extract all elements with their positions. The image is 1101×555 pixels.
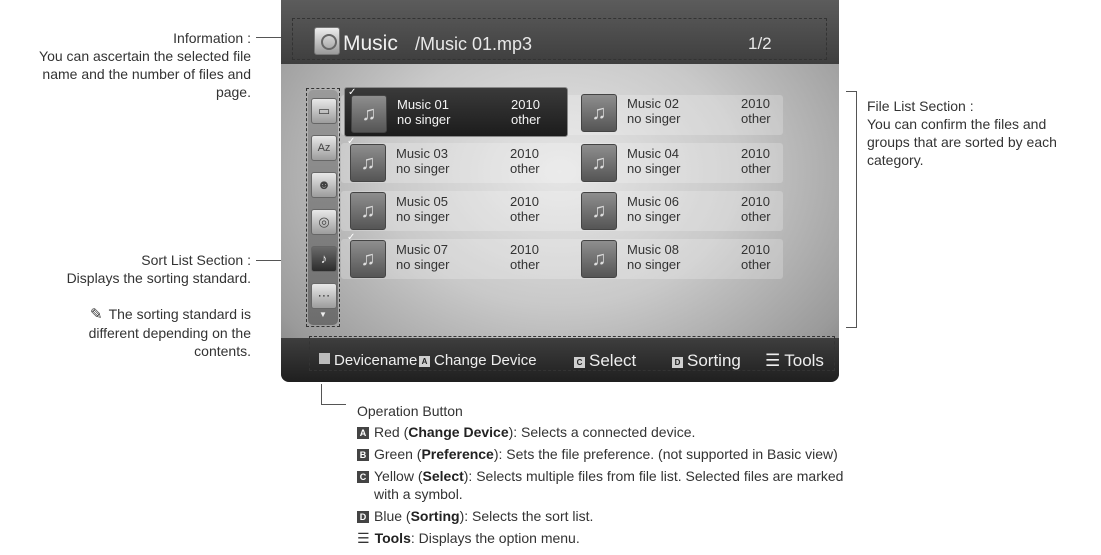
file-year: 2010 (741, 194, 770, 209)
file-name: Music 01 (397, 97, 450, 112)
file-item[interactable]: ♫ Music 02 no singer 2010 other (575, 87, 797, 135)
file-genre: other (510, 257, 540, 272)
file-year: 2010 (741, 96, 770, 111)
note-callout-line-1: ✎ The sorting standard is (90, 306, 251, 323)
music-note-icon: ♫ (350, 192, 386, 230)
file-item[interactable]: ♫ ✓ Music 03 no singer 2010 other (344, 136, 566, 185)
file-genre: other (741, 209, 771, 224)
operation-tools: ☰ Tools: Displays the option menu. (357, 530, 580, 546)
sort-list-callout-title: Sort List Section : (141, 252, 251, 268)
information-callout-line: name and the number of files and (42, 66, 251, 82)
file-genre: other (510, 161, 540, 176)
file-genre: other (510, 209, 540, 224)
file-year: 2010 (510, 242, 539, 257)
music-note-icon: ♫ (350, 240, 386, 278)
information-callout: Information : You can ascertain the sele… (0, 29, 251, 101)
operation-yellow: C Yellow (Select): Selects multiple files… (357, 467, 843, 485)
file-name: Music 03 (396, 146, 449, 161)
music-note-icon: ♫ (351, 95, 387, 133)
file-list-callout-line: You can confirm the files and (867, 116, 1047, 132)
check-mark-icon: ✓ (347, 136, 356, 147)
file-name: Music 07 (396, 242, 449, 257)
file-singer: no singer (396, 161, 450, 176)
file-list-callout-line: groups that are sorted by each (867, 134, 1057, 150)
a-key-icon: A (357, 427, 369, 439)
file-genre: other (511, 112, 541, 127)
file-list-callout-title: File List Section : (867, 98, 974, 114)
music-note-icon: ♫ (581, 192, 617, 230)
operation-yellow-continued: with a symbol. (374, 486, 463, 502)
file-year: 2010 (510, 194, 539, 209)
file-name: Music 05 (396, 194, 449, 209)
file-year: 2010 (510, 146, 539, 161)
tools-icon: ☰ (357, 530, 370, 546)
file-item[interactable]: ♫ Music 08 no singer 2010 other (575, 233, 797, 281)
note-callout: ✎ The sorting standard is different depen… (0, 305, 251, 360)
operation-red: A Red (Change Device): Selects a connecte… (357, 423, 695, 441)
file-list-bracket-vertical (856, 91, 857, 328)
note-callout-line: different depending on the (88, 325, 251, 341)
file-list-callout-line: category. (867, 152, 924, 168)
sort-list-highlight-box (306, 88, 340, 327)
information-callout-line: page. (215, 84, 251, 100)
file-year: 2010 (511, 97, 540, 112)
file-singer: no singer (627, 209, 681, 224)
file-item[interactable]: ♫ Music 05 no singer 2010 other (344, 185, 566, 233)
information-highlight-box (292, 18, 827, 60)
music-note-icon: ♫ (581, 240, 617, 278)
operation-green: B Green (Preference): Sets the file prefe… (357, 445, 838, 463)
information-leader-line (256, 37, 282, 38)
file-list-callout: File List Section : You can confirm the … (867, 97, 1097, 169)
file-singer: no singer (396, 209, 450, 224)
file-item[interactable]: ♫ Music 06 no singer 2010 other (575, 185, 797, 233)
information-callout-line: You can ascertain the selected file (39, 48, 251, 64)
sort-list-callout-line: Displays the sorting standard. (66, 270, 251, 286)
file-list-bracket-top (846, 91, 856, 92)
d-key-icon: D (357, 511, 369, 523)
file-singer: no singer (396, 257, 450, 272)
file-name: Music 06 (627, 194, 680, 209)
file-singer: no singer (397, 112, 451, 127)
file-name: Music 02 (627, 96, 680, 111)
file-name: Music 08 (627, 242, 680, 257)
file-singer: no singer (627, 257, 681, 272)
check-mark-icon: ✓ (348, 87, 357, 98)
b-key-icon: B (357, 449, 369, 461)
file-list-bracket-bottom (846, 327, 857, 328)
music-note-icon: ♫ (581, 94, 617, 132)
operation-highlight-box (309, 336, 835, 371)
note-pencil-icon: ✎ (90, 306, 103, 323)
music-note-icon: ♫ (350, 144, 386, 182)
file-item[interactable]: ♫ Music 04 no singer 2010 other (575, 137, 797, 185)
tv-screen: Music /Music 01.mp3 1/2 ▭ Az ☻ ◎ ♪ ⋯ ▼ ♫… (281, 0, 839, 382)
file-genre: other (741, 111, 771, 126)
file-name: Music 04 (627, 146, 680, 161)
file-genre: other (741, 161, 771, 176)
note-callout-line: contents. (194, 343, 251, 359)
information-callout-title: Information : (173, 30, 251, 46)
file-singer: no singer (627, 111, 681, 126)
music-note-icon: ♫ (581, 144, 617, 182)
sort-list-callout: Sort List Section : Displays the sorting… (0, 251, 251, 287)
file-item[interactable]: ♫ ✓ Music 01 no singer 2010 other (344, 87, 568, 137)
file-year: 2010 (741, 242, 770, 257)
operation-title: Operation Button (357, 403, 463, 419)
c-key-icon: C (357, 471, 369, 483)
operation-blue: D Blue (Sorting): Selects the sort list. (357, 507, 593, 525)
file-singer: no singer (627, 161, 681, 176)
check-mark-icon: ✓ (347, 232, 356, 243)
file-item[interactable]: ♫ ✓ Music 07 no singer 2010 other (344, 232, 566, 281)
file-year: 2010 (741, 146, 770, 161)
operation-leader-vertical (321, 384, 322, 404)
operation-leader-horizontal (321, 404, 346, 405)
file-genre: other (741, 257, 771, 272)
